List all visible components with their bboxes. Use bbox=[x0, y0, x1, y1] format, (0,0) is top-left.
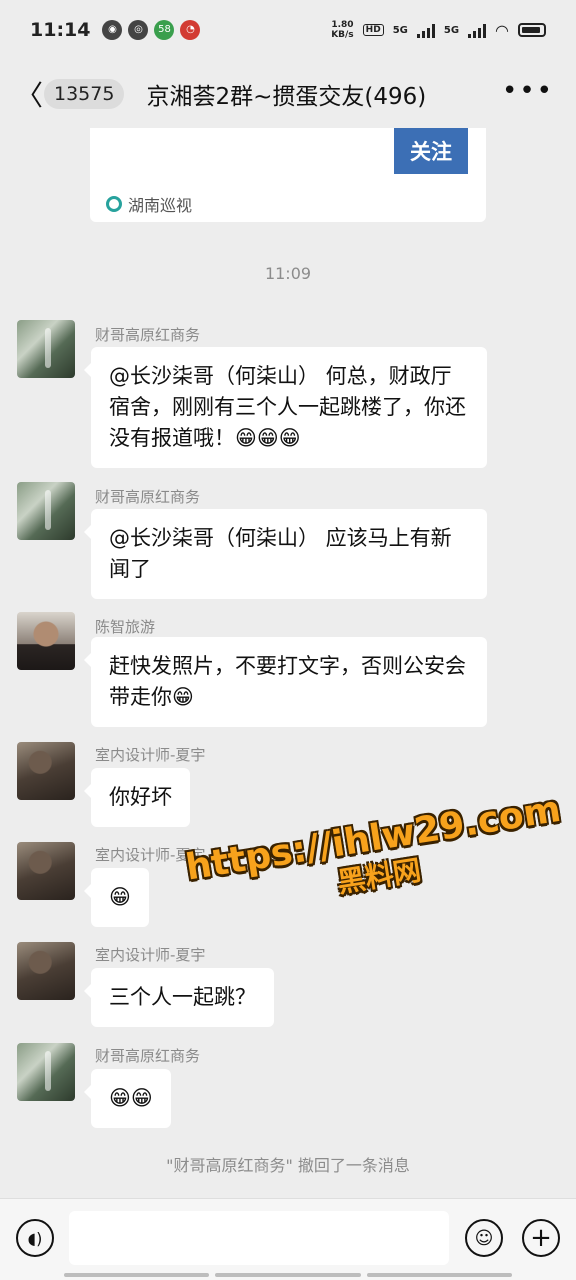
card-source: 湖南巡视 bbox=[106, 192, 192, 216]
emoji-icon[interactable]: ☺ bbox=[465, 1219, 503, 1257]
message-bubble[interactable]: 😁 bbox=[84, 868, 149, 927]
source-icon bbox=[106, 196, 122, 212]
avatar[interactable] bbox=[17, 320, 75, 378]
avatar[interactable] bbox=[17, 612, 75, 670]
home-indicator bbox=[64, 1273, 512, 1277]
avatar[interactable] bbox=[17, 842, 75, 900]
watermark-name: 黑料网 bbox=[335, 853, 424, 900]
app-icon: ◎ bbox=[128, 20, 149, 40]
message-bubble[interactable]: 😁😁 bbox=[84, 1069, 171, 1128]
sender-name: 室内设计师-夏宇 bbox=[95, 946, 206, 964]
sender-name: 财哥高原红商务 bbox=[95, 1047, 201, 1065]
sender-name: 财哥高原红商务 bbox=[95, 488, 201, 506]
avatar[interactable] bbox=[17, 942, 75, 1000]
network-5g-label-2: 5G bbox=[443, 24, 460, 36]
app-58-icon: 58 bbox=[154, 20, 175, 40]
sender-name: 室内设计师-夏宇 bbox=[95, 746, 206, 764]
unread-count-badge[interactable]: 13575 bbox=[44, 79, 125, 109]
message-bubble[interactable]: 三个人一起跳？ bbox=[84, 968, 274, 1027]
sender-name: 陈智旅游 bbox=[95, 618, 156, 636]
message-bubble[interactable]: 你好坏 bbox=[84, 768, 190, 827]
wifi-icon: ◠ bbox=[495, 20, 509, 40]
input-bar: ◖) ☺ + bbox=[0, 1198, 576, 1280]
battery-icon bbox=[518, 23, 546, 37]
sender-name: 财哥高原红商务 bbox=[95, 326, 201, 344]
voice-icon[interactable]: ◖) bbox=[16, 1219, 54, 1257]
message-input[interactable] bbox=[69, 1211, 449, 1265]
network-speed: 1.80 KB/s bbox=[331, 20, 354, 40]
status-bar: 11:14 ◉ ◎ 58 ◔ 1.80 KB/s HD 5G 5G ◠ bbox=[0, 0, 576, 60]
shared-article-card[interactable]: 关注 湖南巡视 bbox=[90, 128, 486, 222]
ellipsis-icon[interactable]: ••• bbox=[502, 76, 554, 106]
status-right: 1.80 KB/s HD 5G 5G ◠ bbox=[331, 20, 546, 40]
sender-name: 室内设计师-夏宇 bbox=[95, 846, 206, 864]
status-time: 11:14 bbox=[30, 19, 91, 41]
message-bubble[interactable]: 赶快发照片，不要打文字，否则公安会带走你😁 bbox=[84, 637, 487, 727]
hd-icon: HD bbox=[362, 24, 384, 36]
plus-icon[interactable]: + bbox=[522, 1219, 560, 1257]
avatar[interactable] bbox=[17, 742, 75, 800]
message-bubble[interactable]: @长沙柒哥（何柒山） 应该马上有新闻了 bbox=[84, 509, 487, 599]
network-5g-label: 5G bbox=[392, 24, 408, 36]
chat-title: 京湘荟2群~掼蛋交友(496) bbox=[146, 84, 427, 110]
wechat-icon: ◉ bbox=[102, 20, 123, 40]
chevron-left-icon: 〈 bbox=[14, 79, 43, 112]
app-red-icon: ◔ bbox=[180, 20, 201, 40]
message-timestamp: 11:09 bbox=[264, 264, 312, 283]
signal-icon bbox=[416, 22, 435, 38]
signal-icon-2 bbox=[468, 22, 487, 38]
recall-notice: "财哥高原红商务" 撤回了一条消息 bbox=[166, 1156, 410, 1175]
follow-button[interactable]: 关注 bbox=[394, 128, 468, 174]
avatar[interactable] bbox=[17, 482, 75, 540]
card-source-label: 湖南巡视 bbox=[128, 196, 193, 215]
message-bubble[interactable]: @长沙柒哥（何柒山） 何总，财政厅宿舍，刚刚有三个人一起跳楼了，你还没有报道哦！… bbox=[84, 347, 487, 468]
chat-header: 〈 13575 京湘荟2群~掼蛋交友(496) ••• bbox=[0, 60, 576, 128]
watermark-url: https://ihlw29.com bbox=[182, 788, 564, 889]
avatar[interactable] bbox=[17, 1043, 75, 1101]
status-notification-icons: ◉ ◎ 58 ◔ bbox=[102, 20, 201, 40]
watermark: https://ihlw29.com 黑料网 bbox=[182, 789, 569, 924]
